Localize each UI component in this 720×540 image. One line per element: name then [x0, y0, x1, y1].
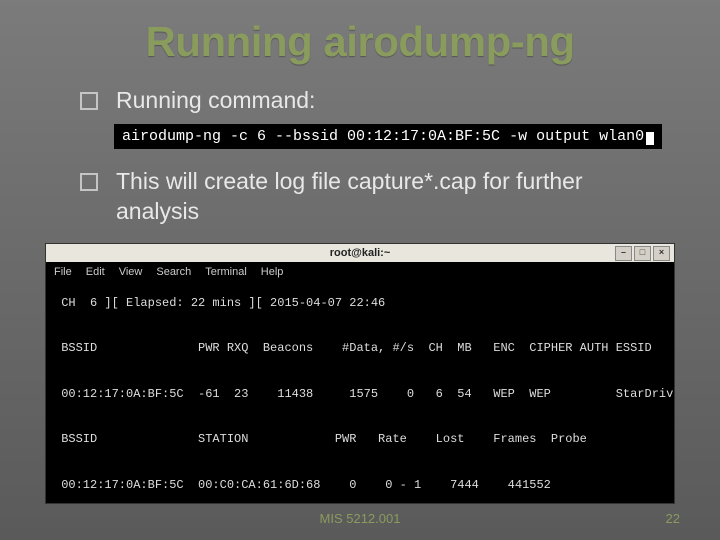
terminal-body: CH 6 ][ Elapsed: 22 mins ][ 2015-04-07 2… [46, 282, 674, 503]
bullet-text: Running command: [116, 86, 315, 116]
bullet-text: This will create log file capture*.cap f… [116, 167, 670, 227]
menu-file[interactable]: File [54, 266, 72, 278]
terminal-menu: File Edit View Search Terminal Help [46, 262, 674, 282]
minimize-button[interactable]: – [615, 246, 632, 261]
menu-search[interactable]: Search [156, 266, 191, 278]
terminal-title-text: root@kali:~ [330, 247, 391, 259]
maximize-button[interactable]: □ [634, 246, 651, 261]
bullet-box-icon [80, 92, 98, 110]
footer-page: 22 [666, 511, 680, 526]
bullet-item-2: This will create log file capture*.cap f… [80, 167, 670, 227]
slide-title: Running airodump-ng [0, 0, 720, 66]
footer: MIS 5212.001 22 [0, 511, 720, 526]
footer-course: MIS 5212.001 [320, 511, 401, 526]
bullet-item-1: Running command: [80, 86, 670, 116]
close-button[interactable]: × [653, 246, 670, 261]
content-area: Running command: airodump-ng -c 6 --bssi… [0, 66, 720, 227]
command-strip: airodump-ng -c 6 --bssid 00:12:17:0A:BF:… [114, 124, 662, 149]
window-controls: – □ × [615, 246, 670, 261]
menu-terminal[interactable]: Terminal [205, 266, 247, 278]
menu-view[interactable]: View [119, 266, 143, 278]
cursor-icon [646, 132, 654, 145]
command-text: airodump-ng -c 6 --bssid 00:12:17:0A:BF:… [122, 128, 644, 145]
bullet-box-icon [80, 173, 98, 191]
menu-edit[interactable]: Edit [86, 266, 105, 278]
terminal-titlebar: root@kali:~ – □ × [46, 244, 674, 262]
terminal-window: root@kali:~ – □ × File Edit View Search … [45, 243, 675, 504]
menu-help[interactable]: Help [261, 266, 284, 278]
